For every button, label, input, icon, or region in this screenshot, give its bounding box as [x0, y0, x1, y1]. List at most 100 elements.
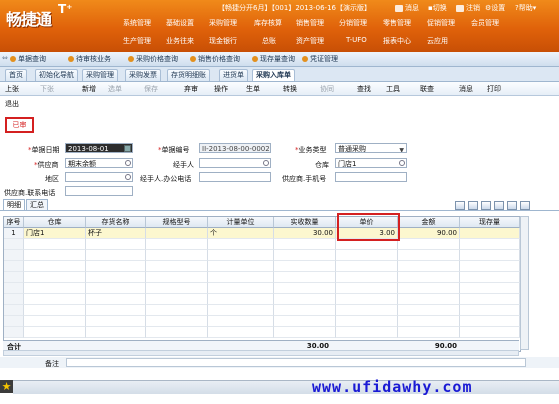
empty-cell[interactable]	[398, 316, 460, 327]
table-cell[interactable]: 门店1	[24, 228, 86, 239]
empty-cell[interactable]	[24, 239, 86, 250]
switch-link[interactable]: ▪切换	[428, 3, 447, 13]
toolbar-item[interactable]: 新增	[82, 84, 96, 94]
empty-cell[interactable]	[24, 272, 86, 283]
empty-cell[interactable]	[460, 283, 520, 294]
calendar-icon[interactable]	[124, 145, 131, 152]
empty-cell[interactable]	[460, 294, 520, 305]
empty-cell[interactable]	[208, 283, 274, 294]
empty-cell[interactable]	[336, 283, 398, 294]
empty-cell[interactable]	[274, 250, 336, 261]
empty-cell[interactable]	[460, 327, 520, 338]
nav-item[interactable]: 资产管理	[296, 36, 324, 46]
empty-cell[interactable]	[146, 305, 208, 316]
empty-cell[interactable]	[398, 294, 460, 305]
nav-item[interactable]: 促销管理	[427, 18, 455, 28]
empty-cell[interactable]	[336, 327, 398, 338]
empty-cell[interactable]	[4, 261, 24, 272]
tab-item[interactable]: 存货明细账	[167, 69, 210, 81]
tab-item[interactable]: 初始化导航	[35, 69, 78, 81]
empty-cell[interactable]	[86, 239, 146, 250]
empty-cell[interactable]	[460, 305, 520, 316]
search-icon[interactable]	[263, 160, 269, 166]
empty-cell[interactable]	[4, 327, 24, 338]
column-header[interactable]: 仓库	[24, 217, 86, 228]
settings-link[interactable]: ⚙设置	[485, 3, 505, 13]
empty-cell[interactable]	[274, 283, 336, 294]
nav-item[interactable]: 云应用	[427, 36, 448, 46]
nav-item[interactable]: 报表中心	[383, 36, 411, 46]
empty-cell[interactable]	[398, 283, 460, 294]
help-link[interactable]: ?帮助▾	[515, 3, 536, 13]
empty-cell[interactable]	[24, 316, 86, 327]
empty-cell[interactable]	[208, 239, 274, 250]
export-icon[interactable]	[494, 201, 504, 210]
search-icon[interactable]	[507, 201, 517, 210]
empty-cell[interactable]	[24, 261, 86, 272]
nav-item[interactable]: 基础设置	[166, 18, 194, 28]
date-field[interactable]: 2013-08-01	[65, 143, 133, 153]
toolbar-item[interactable]: 下张	[40, 84, 54, 94]
column-header[interactable]: 现存量	[460, 217, 520, 228]
toolbar-item[interactable]: 上张	[5, 84, 19, 94]
empty-cell[interactable]	[146, 239, 208, 250]
toolbar-item[interactable]: 保存	[144, 84, 158, 94]
empty-cell[interactable]	[208, 294, 274, 305]
empty-cell[interactable]	[274, 294, 336, 305]
empty-cell[interactable]	[86, 283, 146, 294]
empty-cell[interactable]	[4, 239, 24, 250]
column-header[interactable]: 实收数量	[274, 217, 336, 228]
search-icon[interactable]	[125, 160, 131, 166]
empty-cell[interactable]	[4, 250, 24, 261]
empty-cell[interactable]	[208, 316, 274, 327]
supplier-mobile-field[interactable]	[335, 172, 407, 182]
supplier-phone-field[interactable]	[65, 186, 133, 196]
region-field[interactable]	[65, 172, 133, 182]
empty-cell[interactable]	[86, 250, 146, 261]
empty-cell[interactable]	[274, 261, 336, 272]
empty-cell[interactable]	[274, 316, 336, 327]
empty-cell[interactable]	[24, 283, 86, 294]
toolbar-item[interactable]: 选单	[108, 84, 122, 94]
empty-cell[interactable]	[336, 316, 398, 327]
empty-cell[interactable]	[460, 239, 520, 250]
toolbar-item[interactable]: 联查	[420, 84, 434, 94]
table-cell[interactable]: 个	[208, 228, 274, 239]
empty-cell[interactable]	[336, 261, 398, 272]
nav-item[interactable]: 业务往来	[166, 36, 194, 46]
empty-cell[interactable]	[208, 305, 274, 316]
tab-detail[interactable]: 明细	[3, 199, 25, 210]
empty-cell[interactable]	[4, 272, 24, 283]
column-header[interactable]: 计量单位	[208, 217, 274, 228]
column-header[interactable]: 金额	[398, 217, 460, 228]
empty-cell[interactable]	[398, 250, 460, 261]
empty-cell[interactable]	[460, 261, 520, 272]
empty-cell[interactable]	[208, 250, 274, 261]
search-icon[interactable]	[399, 160, 405, 166]
toolbar-item[interactable]: 工具	[386, 84, 400, 94]
empty-cell[interactable]	[4, 316, 24, 327]
empty-cell[interactable]	[208, 327, 274, 338]
nav-item[interactable]: 生产管理	[123, 36, 151, 46]
tab-item[interactable]: 采购管理	[82, 69, 118, 81]
tab-item[interactable]: 进货单	[219, 69, 248, 81]
empty-cell[interactable]	[146, 294, 208, 305]
toolbar-item[interactable]: 协同	[320, 84, 334, 94]
empty-cell[interactable]	[336, 305, 398, 316]
business-type-select[interactable]: 普通采购 ▼	[335, 143, 407, 153]
column-settings-icon[interactable]	[520, 201, 530, 210]
empty-cell[interactable]	[146, 261, 208, 272]
empty-cell[interactable]	[274, 327, 336, 338]
column-header[interactable]: 序号	[4, 217, 24, 228]
nav-item[interactable]: 零售管理	[383, 18, 411, 28]
remark-field[interactable]	[66, 358, 526, 367]
empty-cell[interactable]	[146, 250, 208, 261]
nav-item[interactable]: 分销管理	[339, 18, 367, 28]
empty-cell[interactable]	[398, 327, 460, 338]
empty-cell[interactable]	[146, 316, 208, 327]
office-phone-field[interactable]	[199, 172, 271, 182]
toolbar-item[interactable]: 操作	[214, 84, 228, 94]
table-cell[interactable]: 30.00	[274, 228, 336, 239]
table-cell[interactable]: 1	[4, 228, 24, 239]
empty-cell[interactable]	[86, 305, 146, 316]
